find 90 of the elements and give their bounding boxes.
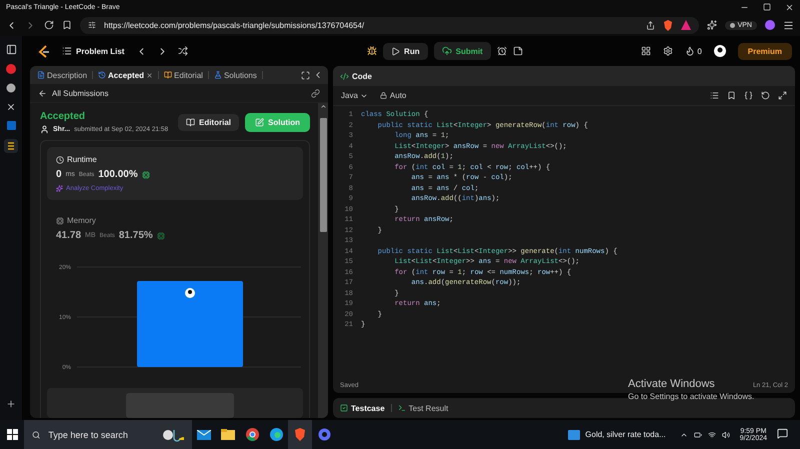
x-icon[interactable] <box>6 102 16 112</box>
grid-icon[interactable] <box>641 46 652 56</box>
site-settings-icon[interactable] <box>88 21 96 29</box>
folder-icon[interactable] <box>221 429 235 440</box>
close-icon[interactable] <box>785 2 794 12</box>
note-icon[interactable] <box>512 46 523 56</box>
tab[interactable]: Testcase <box>340 404 385 412</box>
cloud-upload-icon <box>442 46 452 56</box>
language-select[interactable]: Java <box>341 91 368 100</box>
sidebar-toggle-icon[interactable] <box>6 44 16 55</box>
wallet-icon[interactable] <box>765 20 775 30</box>
mode-label[interactable]: Auto <box>390 91 406 100</box>
streak-count: 0 <box>697 46 702 56</box>
flame-icon[interactable] <box>685 46 696 56</box>
search-icon <box>32 430 40 440</box>
run-button[interactable]: Run <box>383 42 428 60</box>
format-icon[interactable] <box>710 91 719 100</box>
bookmark-icon[interactable] <box>62 20 72 30</box>
avatar-icon[interactable] <box>714 45 726 57</box>
close-icon[interactable] <box>146 72 154 78</box>
activation-title: Activate Windows <box>628 378 716 390</box>
expand-icon[interactable] <box>778 91 787 100</box>
all-submissions-link[interactable]: All Submissions <box>52 88 108 98</box>
check-icon <box>340 404 348 412</box>
status-text: Accepted <box>40 111 86 122</box>
code-icon <box>340 72 349 80</box>
triangle-icon[interactable] <box>680 20 691 30</box>
memory-value: 41.78 <box>56 230 82 241</box>
scroll-up-icon <box>320 103 326 110</box>
pen-icon <box>255 118 264 127</box>
beats-value: 100.00% <box>98 169 138 180</box>
editorial-button[interactable]: Editorial <box>178 114 239 131</box>
play-icon <box>391 46 400 56</box>
tab[interactable]: Solutions <box>212 70 259 80</box>
bug-icon[interactable] <box>367 46 378 56</box>
panel-title: Code <box>352 72 372 80</box>
shuffle-icon[interactable] <box>178 46 188 56</box>
alarm-icon[interactable] <box>496 46 507 56</box>
fullscreen-icon[interactable] <box>301 70 310 80</box>
chip-icon <box>56 216 64 224</box>
back-arrow-icon[interactable] <box>38 88 47 98</box>
tab[interactable]: Test Result <box>398 404 448 412</box>
lock-icon <box>380 92 387 99</box>
notification-icon[interactable] <box>777 428 788 438</box>
clock-icon <box>56 156 64 164</box>
tab-icon <box>37 71 45 79</box>
news-headline[interactable]: Gold, silver rate toda... <box>585 430 666 439</box>
reload-icon[interactable] <box>44 20 54 30</box>
sparkle-icon[interactable] <box>706 20 717 30</box>
link-icon[interactable] <box>311 88 320 98</box>
settings-icon[interactable] <box>663 46 674 56</box>
tab[interactable]: Accepted <box>96 70 156 80</box>
taskbar-search-box[interactable]: Type here to search <box>24 420 192 449</box>
book-icon <box>186 118 195 127</box>
windows-start-icon[interactable] <box>6 429 18 440</box>
search-field[interactable]: Type here to search <box>46 428 156 440</box>
tab[interactable]: Editorial <box>162 70 205 80</box>
tab[interactable]: Description <box>35 70 90 80</box>
news-icon <box>568 430 580 440</box>
weather-widget-icon <box>162 428 184 442</box>
premium-button[interactable]: Premium <box>738 42 792 60</box>
braces-icon[interactable] <box>744 91 753 100</box>
beats-value: 81.75% <box>118 230 153 241</box>
tab-icon <box>98 71 106 79</box>
menu-icon[interactable] <box>783 20 794 30</box>
volume-icon[interactable] <box>722 430 730 438</box>
tab-icon <box>214 71 222 79</box>
wifi-icon[interactable] <box>708 430 716 438</box>
terminal-icon <box>398 404 406 412</box>
reset-icon[interactable] <box>761 91 770 100</box>
app-icon[interactable] <box>4 139 18 153</box>
submit-button[interactable]: Submit <box>434 42 491 60</box>
problem-list-button[interactable]: Problem List <box>60 44 126 58</box>
tab-icon <box>164 71 172 79</box>
avatar-icon <box>185 288 195 298</box>
add-icon[interactable] <box>6 399 16 409</box>
logo-icon[interactable] <box>38 44 50 58</box>
memory-title: Memory <box>67 216 96 225</box>
share-icon[interactable] <box>646 20 655 30</box>
user-avatar-icon <box>40 125 49 134</box>
bookmark-icon[interactable] <box>727 91 736 100</box>
runtime-value: 0 <box>56 169 62 180</box>
mail-icon[interactable] <box>197 430 211 440</box>
battery-icon[interactable] <box>694 430 702 438</box>
activation-message: Go to Settings to activate Windows. <box>628 392 754 401</box>
scrollbar[interactable] <box>318 103 328 418</box>
address-bar[interactable]: https://leetcode.com/problems/pascals-triangle/submissions/1376704654/ <box>80 16 699 34</box>
runtime-title: Runtime <box>67 155 97 164</box>
maximize-icon[interactable] <box>763 3 771 11</box>
list-icon <box>62 46 72 56</box>
